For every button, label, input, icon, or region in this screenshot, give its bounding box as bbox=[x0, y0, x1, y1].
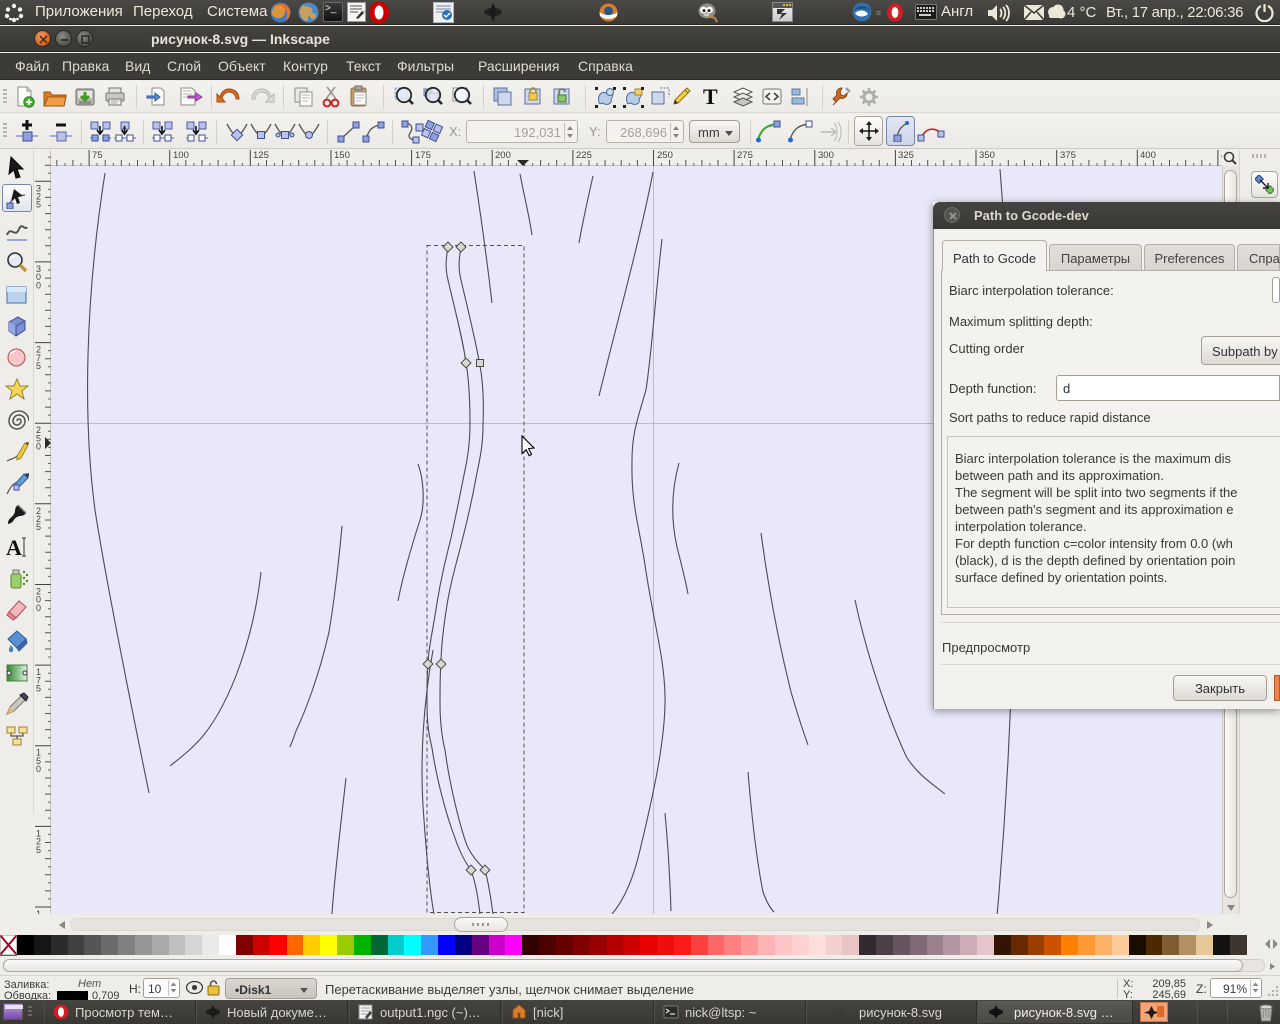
svg-text:5: 5 bbox=[36, 361, 41, 371]
svg-text:300: 300 bbox=[818, 150, 834, 161]
svg-text:1: 1 bbox=[36, 909, 41, 914]
svg-text:250: 250 bbox=[657, 150, 673, 161]
svg-text:5: 5 bbox=[36, 200, 41, 210]
svg-text:5: 5 bbox=[36, 522, 41, 532]
svg-text:100: 100 bbox=[173, 150, 189, 161]
svg-text:325: 325 bbox=[898, 150, 914, 161]
svg-text:0: 0 bbox=[36, 280, 41, 290]
svg-text:75: 75 bbox=[92, 150, 103, 161]
svg-text:275: 275 bbox=[737, 150, 753, 161]
svg-text:200: 200 bbox=[495, 150, 511, 161]
svg-text:5: 5 bbox=[36, 684, 41, 694]
svg-text:0: 0 bbox=[36, 442, 41, 452]
svg-text:0: 0 bbox=[36, 764, 41, 774]
svg-text:350: 350 bbox=[979, 150, 995, 161]
svg-text:150: 150 bbox=[334, 150, 350, 161]
svg-text:125: 125 bbox=[253, 150, 269, 161]
svg-text:175: 175 bbox=[415, 150, 431, 161]
svg-text:400: 400 bbox=[1140, 150, 1156, 161]
svg-text:A: A bbox=[6, 535, 22, 559]
svg-text:225: 225 bbox=[576, 150, 592, 161]
svg-text:0: 0 bbox=[36, 603, 41, 613]
svg-text:375: 375 bbox=[1060, 150, 1076, 161]
svg-text:5: 5 bbox=[36, 845, 41, 855]
